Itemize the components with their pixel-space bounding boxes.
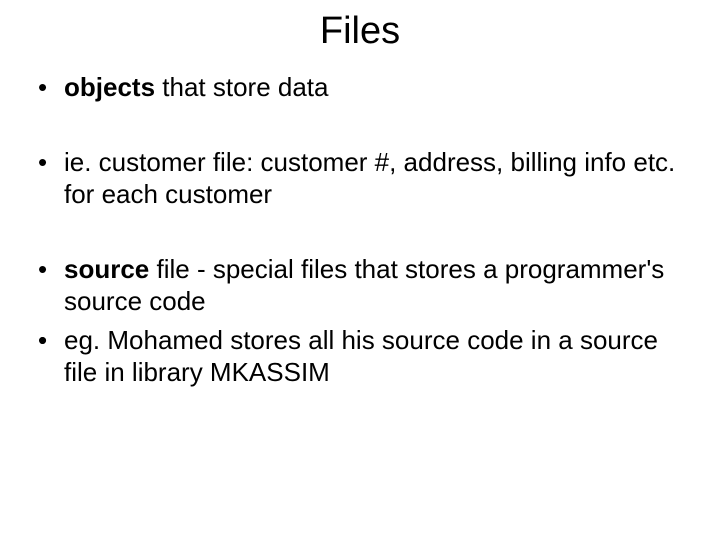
bullet-text: ie. customer file: customer #, address, … (64, 147, 675, 210)
bullet-text: file - special files that stores a progr… (64, 254, 664, 317)
bullet-list: objects that store data ie. customer fil… (30, 71, 690, 389)
bullet-bold: objects (64, 72, 155, 102)
list-item: eg. Mohamed stores all his source code i… (30, 324, 690, 389)
list-item: source file - special files that stores … (30, 253, 690, 318)
bullet-text: that store data (155, 72, 328, 102)
list-item: ie. customer file: customer #, address, … (30, 146, 690, 211)
bullet-bold: source (64, 254, 149, 284)
list-item: objects that store data (30, 71, 690, 104)
slide-title: Files (30, 10, 690, 53)
bullet-text: eg. Mohamed stores all his source code i… (64, 325, 658, 388)
